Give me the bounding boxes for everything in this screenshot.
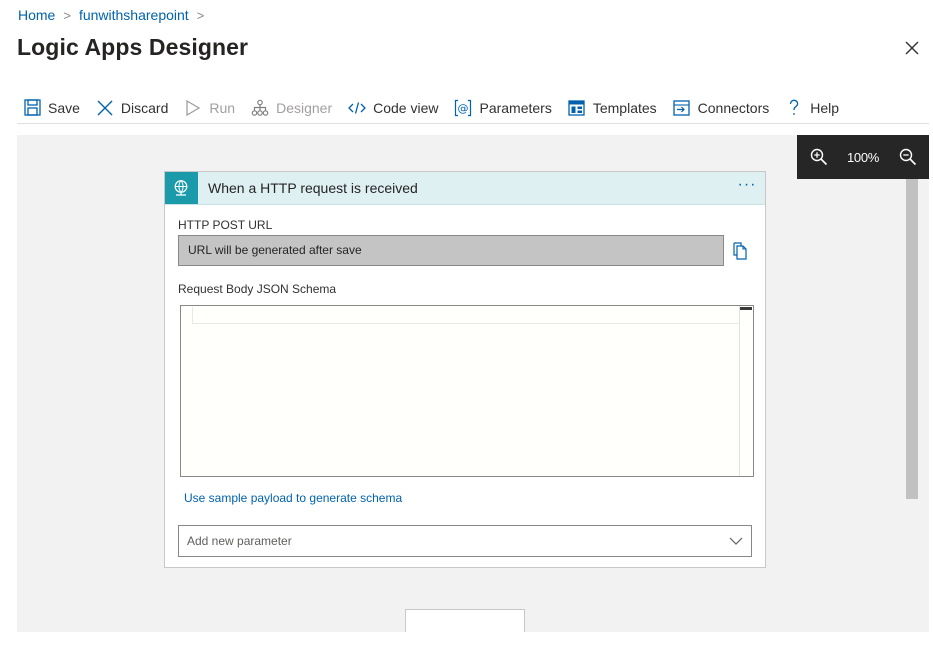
chevron-down-icon [729,537,743,545]
copy-icon [733,242,747,260]
connectors-button[interactable]: Connectors [665,93,778,123]
discard-x-icon [96,99,114,117]
save-label: Save [48,99,80,116]
add-new-parameter-dropdown[interactable]: Add new parameter [178,525,752,557]
http-post-url-label: HTTP POST URL [178,218,273,232]
add-new-parameter-placeholder: Add new parameter [187,534,292,548]
trigger-card-header[interactable]: When a HTTP request is received ··· [165,172,765,205]
designer-label: Designer [276,99,333,116]
command-toolbar: Save Discard Run Designer Code view @ Pa… [17,92,929,124]
templates-button[interactable]: Templates [560,93,665,123]
discard-button[interactable]: Discard [88,93,176,123]
code-view-button[interactable]: Code view [340,93,446,123]
page-title: Logic Apps Designer [17,34,249,60]
breadcrumb-separator: > [63,7,71,23]
request-body-schema-editor[interactable] [180,305,754,477]
discard-label: Discard [120,99,169,116]
zoom-level: 100% [846,149,880,165]
svg-text:@: @ [458,102,469,115]
schema-editor-current-line [192,307,740,324]
http-request-icon [165,172,198,204]
parameters-at-icon: @ [454,99,472,117]
parameters-button[interactable]: @ Parameters [446,93,559,123]
schema-editor-scrollbar[interactable] [739,306,753,476]
run-label: Run [209,99,236,116]
more-options-icon[interactable]: ··· [733,177,761,196]
breadcrumb-home-link[interactable]: Home [18,7,55,23]
save-button[interactable]: Save [17,93,88,123]
run-play-icon [184,99,202,117]
canvas-scrollbar[interactable] [906,179,918,632]
zoom-controls: 100% [797,135,929,179]
connectors-icon [673,99,691,117]
help-label: Help [810,99,840,116]
designer-hierarchy-icon [251,99,269,117]
breadcrumb-separator: > [196,7,205,23]
zoom-in-icon [810,148,827,166]
help-button[interactable]: Help [777,93,847,123]
close-button[interactable] [901,37,923,59]
templates-label: Templates [592,99,657,116]
canvas-scrollbar-thumb[interactable] [906,179,918,499]
use-sample-payload-link[interactable]: Use sample payload to generate schema [184,491,402,505]
logic-apps-designer-page: Home > funwithsharepoint > Logic Apps De… [0,0,933,649]
connectors-label: Connectors [697,99,770,116]
http-trigger-card: When a HTTP request is received ··· HTTP… [164,171,766,568]
close-icon [905,41,919,55]
http-post-url-field: URL will be generated after save [178,235,724,266]
code-view-icon [348,99,367,117]
run-button[interactable]: Run [176,93,243,123]
schema-editor-scroll-marker [740,307,752,310]
zoom-out-icon [899,148,916,166]
designer-canvas[interactable]: 100% When a HTTP request is received ···… [17,135,929,632]
trigger-card-title: When a HTTP request is received [208,180,418,196]
save-icon [23,99,41,117]
designer-button[interactable]: Designer [243,93,340,123]
parameters-label: Parameters [479,99,552,116]
breadcrumb-resource-link[interactable]: funwithsharepoint [79,7,189,23]
templates-icon [568,99,586,117]
breadcrumb: Home > funwithsharepoint > [18,7,212,23]
help-question-icon [785,99,803,117]
zoom-out-button[interactable] [886,135,929,179]
next-step-card-stub[interactable] [405,609,525,632]
code-view-label: Code view [373,99,439,116]
zoom-in-button[interactable] [797,135,840,179]
request-body-schema-label: Request Body JSON Schema [178,282,337,296]
copy-url-button[interactable] [732,242,748,260]
